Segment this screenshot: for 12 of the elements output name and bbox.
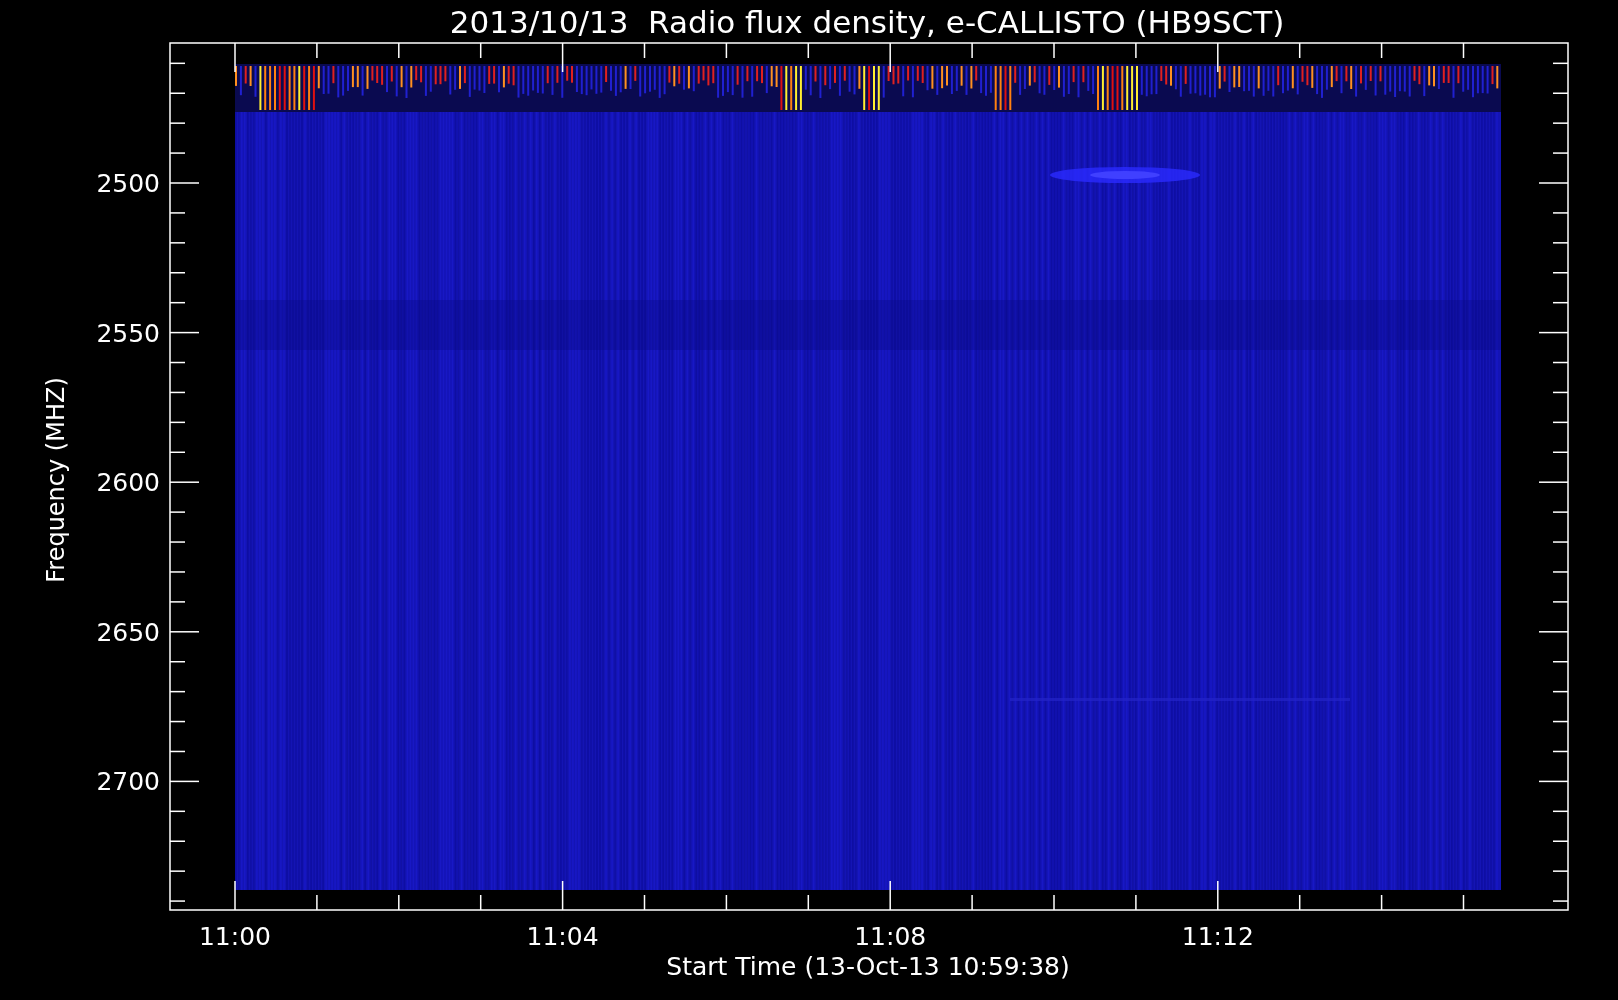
- tick-label: 11:00: [199, 922, 271, 951]
- tick-label: 2550: [96, 318, 160, 348]
- tick-label: 2500: [96, 169, 160, 198]
- tick-label: 2600: [96, 468, 160, 498]
- tick-label: 2650: [96, 617, 160, 647]
- axis-label: Start Time (13-Oct-13 10:59:38): [666, 952, 1070, 981]
- tick-label: 2700: [96, 767, 160, 797]
- axis-label: Frequency (MHZ): [42, 377, 70, 583]
- chart-title: 2013/10/13 Radio flux density, e-CALLISTO (HB9SCT): [449, 4, 1285, 40]
- tick-label: 11:12: [1181, 922, 1254, 951]
- tick-label: 11:04: [526, 922, 599, 951]
- tick-label: 11:08: [854, 922, 927, 951]
